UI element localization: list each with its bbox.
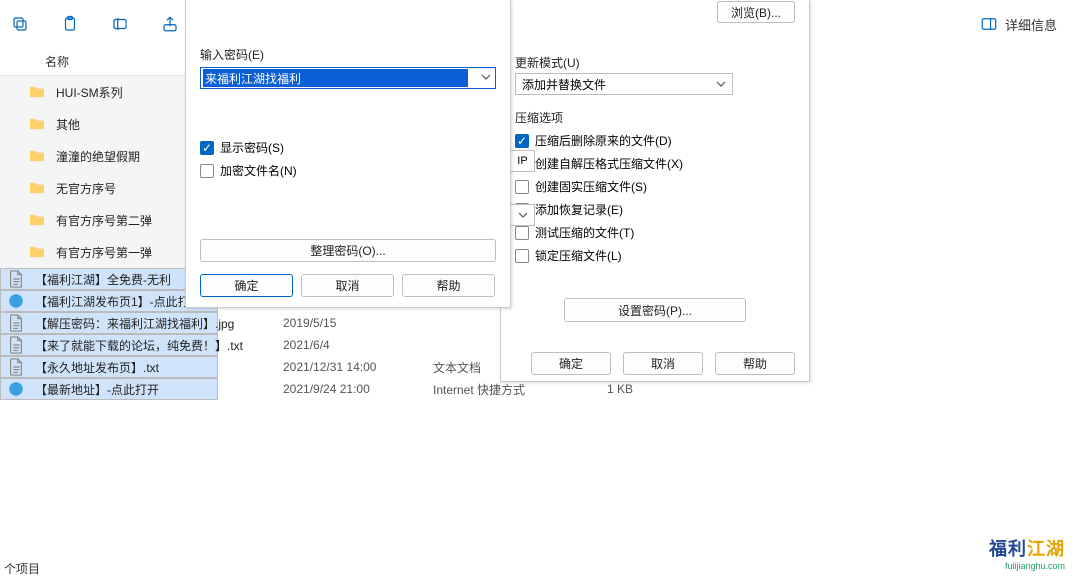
compress-option-checkbox[interactable]: 创建自解压格式压缩文件(X) — [515, 155, 795, 172]
folder-icon — [28, 115, 46, 133]
pw-help-button[interactable]: 帮助 — [402, 274, 495, 297]
file-name: 【解压密码：来福利江湖找福利】.jpg — [35, 315, 273, 332]
format-select-edge[interactable]: IP — [511, 150, 535, 172]
file-row[interactable]: 【解压密码：来福利江湖找福利】.jpg2019/5/15 — [0, 312, 218, 334]
update-mode-label: 更新模式(U) — [515, 54, 795, 71]
watermark: 福利江湖 fulijianghu.com — [989, 535, 1065, 571]
folder-icon — [28, 147, 46, 165]
password-combo[interactable] — [200, 67, 496, 89]
file-date: 2019/5/15 — [283, 316, 423, 330]
chevron-down-icon[interactable] — [481, 72, 491, 82]
select-edge[interactable] — [511, 204, 535, 226]
archive-ok-button[interactable]: 确定 — [531, 352, 611, 375]
details-pane-icon[interactable] — [979, 14, 999, 34]
file-date: 2021/12/31 14:00 — [283, 360, 423, 374]
checkbox-icon — [515, 180, 529, 194]
folder-icon — [28, 211, 46, 229]
details-label[interactable]: 详细信息 — [1005, 15, 1057, 34]
compress-option-checkbox[interactable]: 创建固实压缩文件(S) — [515, 178, 795, 195]
checkbox-icon — [515, 226, 529, 240]
folder-icon — [28, 83, 46, 101]
edge-browser-icon — [7, 292, 25, 310]
pw-cancel-button[interactable]: 取消 — [301, 274, 394, 297]
folder-icon — [28, 179, 46, 197]
file-row[interactable]: 【来了就能下载的论坛，纯免费！】.txt2021/6/4 — [0, 334, 218, 356]
browse-button[interactable]: 浏览(B)... — [717, 1, 795, 23]
compress-option-checkbox[interactable]: 添加恢复记录(E) — [515, 201, 795, 218]
status-bar: 个项目 — [4, 560, 40, 577]
password-label: 输入密码(E) — [200, 46, 496, 63]
archive-cancel-button[interactable]: 取消 — [623, 352, 703, 375]
share-icon[interactable] — [160, 14, 180, 34]
update-mode-select[interactable]: 添加并替换文件 — [515, 73, 733, 95]
compress-option-checkbox[interactable]: 测试压缩的文件(T) — [515, 224, 795, 241]
compress-option-checkbox[interactable]: 锁定压缩文件(L) — [515, 247, 795, 264]
folder-icon — [28, 243, 46, 261]
copy-icon[interactable] — [10, 14, 30, 34]
checkbox-checked-icon: ✓ — [200, 141, 214, 155]
file-name: 【最新地址】-点此打开 — [35, 381, 273, 398]
paste-icon[interactable] — [60, 14, 80, 34]
file-name: 【来了就能下载的论坛，纯免费！】.txt — [35, 337, 273, 354]
show-password-checkbox[interactable]: ✓ 显示密码(S) — [200, 139, 496, 156]
file-type: Internet 快捷方式 — [433, 381, 563, 398]
file-date: 2021/6/4 — [283, 338, 423, 352]
document-icon — [7, 314, 25, 332]
document-icon — [7, 270, 25, 288]
edge-browser-icon — [7, 380, 25, 398]
password-input[interactable] — [203, 69, 468, 87]
checkbox-icon — [515, 249, 529, 263]
compress-options-group: 压缩选项 ✓压缩后删除原来的文件(D)创建自解压格式压缩文件(X)创建固实压缩文… — [515, 109, 795, 264]
archive-options-dialog: 浏览(B)... 更新模式(U) 添加并替换文件 压缩选项 ✓压缩后删除原来的文… — [500, 0, 810, 382]
archive-help-button[interactable]: 帮助 — [715, 352, 795, 375]
password-dialog: 输入密码(E) ✓ 显示密码(S) 加密文件名(N) 整理密码(O)... 确定… — [185, 0, 511, 308]
document-icon — [7, 336, 25, 354]
file-date: 2021/9/24 21:00 — [283, 382, 423, 396]
checkbox-checked-icon: ✓ — [515, 134, 529, 148]
file-name: 【永久地址发布页】.txt — [35, 359, 273, 376]
manage-passwords-button[interactable]: 整理密码(O)... — [200, 239, 496, 262]
encrypt-filename-checkbox[interactable]: 加密文件名(N) — [200, 162, 496, 179]
file-row[interactable]: 【最新地址】-点此打开2021/9/24 21:00Internet 快捷方式1… — [0, 378, 218, 400]
checkbox-icon — [200, 164, 214, 178]
rename-icon[interactable] — [110, 14, 130, 34]
compress-option-checkbox[interactable]: ✓压缩后删除原来的文件(D) — [515, 132, 795, 149]
document-icon — [7, 358, 25, 376]
chevron-down-icon — [716, 79, 726, 89]
pw-ok-button[interactable]: 确定 — [200, 274, 293, 297]
file-size: 1 KB — [573, 382, 633, 396]
set-password-button[interactable]: 设置密码(P)... — [564, 298, 746, 322]
file-row[interactable]: 【永久地址发布页】.txt2021/12/31 14:00文本文档1 KB — [0, 356, 218, 378]
